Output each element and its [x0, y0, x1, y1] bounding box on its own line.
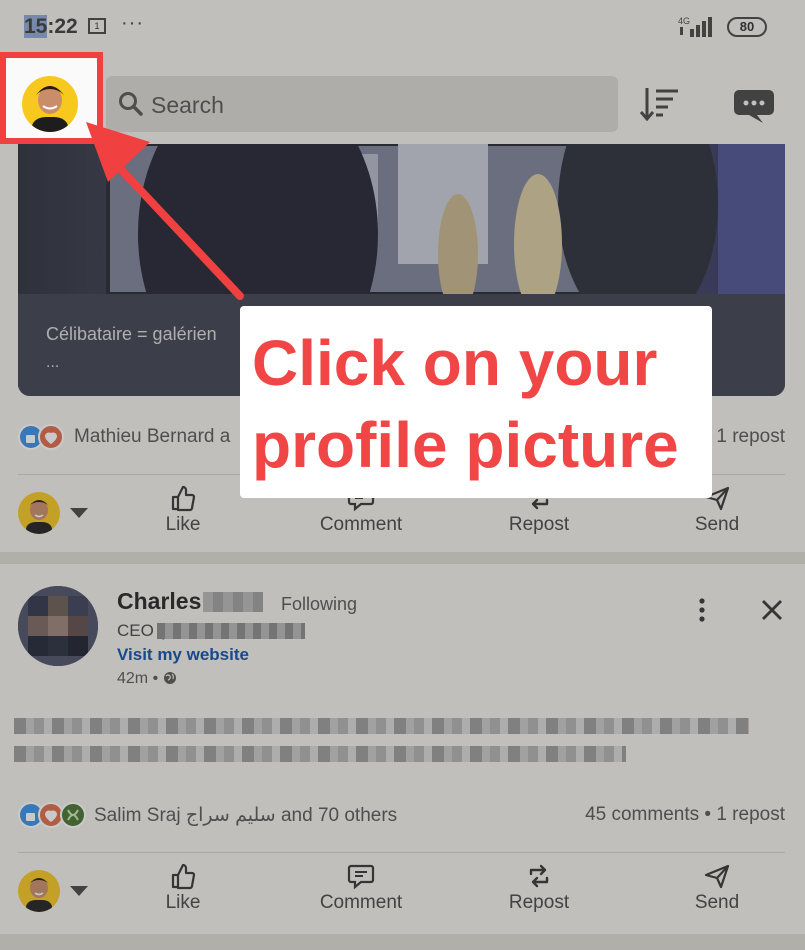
status-bar: 15:22 1 ··· 4G 80 [0, 0, 805, 58]
post-timestamp: 42m • [117, 670, 177, 688]
send-icon [704, 864, 730, 889]
more-notifications-icon: ··· [121, 12, 144, 34]
comment-label: Comment [319, 514, 403, 535]
svg-text:4G: 4G [678, 16, 690, 26]
avatar-face-icon [26, 500, 52, 534]
battery-indicator: 80 [727, 17, 767, 37]
reactions-summary: Salim Sraj سليم سراج and 70 others [94, 805, 398, 826]
blurred-post-text [14, 746, 626, 762]
blurred-last-name [203, 592, 263, 612]
repost-icon [529, 864, 549, 888]
tutorial-callout: Click on your profile picture [240, 306, 712, 498]
blurred-post-text [14, 718, 749, 734]
repost-label: Repost [508, 514, 570, 535]
like-button[interactable]: Like [113, 484, 253, 548]
post2-header: Charles Following CEO ( Visit my website… [0, 570, 805, 690]
sort-filter-icon[interactable] [640, 86, 680, 122]
video-caption-more: ... [46, 354, 60, 371]
repost-label: Repost [508, 892, 570, 913]
post2-reactions-row[interactable]: Salim Sraj سليم سراج and 70 others 45 co… [18, 798, 785, 832]
profile-avatar [22, 76, 78, 132]
more-options-icon[interactable] [690, 596, 714, 624]
reaction-icons [18, 424, 64, 450]
video-caption: Célibataire = galérien [46, 324, 217, 344]
like-icon [171, 863, 196, 890]
repost-button[interactable]: Repost [469, 862, 609, 926]
avatar-face-icon [26, 878, 52, 912]
visit-website-link[interactable]: Visit my website [117, 645, 249, 665]
author-name[interactable]: Charles [117, 588, 201, 615]
close-icon[interactable] [760, 598, 784, 622]
search-input[interactable]: Search [106, 76, 618, 132]
like-label: Like [165, 892, 201, 913]
like-icon [171, 485, 196, 512]
blurred-title [157, 623, 305, 639]
reaction-avatar[interactable] [18, 870, 60, 912]
reactions-summary: Mathieu Bernard a [74, 426, 231, 447]
divider [18, 852, 785, 853]
chevron-down-icon[interactable] [70, 508, 88, 518]
repost-count[interactable]: 1 repost [716, 426, 785, 448]
comment-repost-count[interactable]: 45 comments • 1 repost [585, 804, 785, 826]
feed-separator [0, 934, 805, 950]
like-label: Like [165, 514, 201, 535]
author-avatar[interactable] [18, 586, 98, 666]
feed-separator [0, 552, 805, 564]
send-label: Send [694, 892, 740, 913]
comment-button[interactable]: Comment [291, 862, 431, 926]
avatar-face-icon [32, 86, 68, 132]
post2-action-bar: Like Comment Repost Send [0, 862, 805, 932]
comment-icon [347, 864, 375, 890]
calendar-notification-icon: 1 [88, 18, 106, 34]
search-icon [119, 92, 143, 116]
comment-label: Comment [319, 892, 403, 913]
messaging-icon[interactable] [733, 88, 775, 124]
chevron-down-icon[interactable] [70, 886, 88, 896]
signal-icon: 4G [678, 16, 712, 37]
status-time: 15:22 [24, 15, 78, 38]
send-label: Send [694, 514, 740, 535]
send-button[interactable]: Send [647, 862, 787, 926]
reaction-avatar[interactable] [18, 492, 60, 534]
pixelated-avatar-icon [18, 586, 98, 666]
callout-text: Click on your profile picture [252, 327, 679, 481]
like-button[interactable]: Like [113, 862, 253, 926]
globe-icon [163, 672, 176, 684]
search-placeholder: Search [151, 92, 224, 118]
profile-avatar-button[interactable] [0, 52, 103, 144]
following-status: Following [281, 594, 358, 614]
reaction-icons [18, 802, 86, 828]
